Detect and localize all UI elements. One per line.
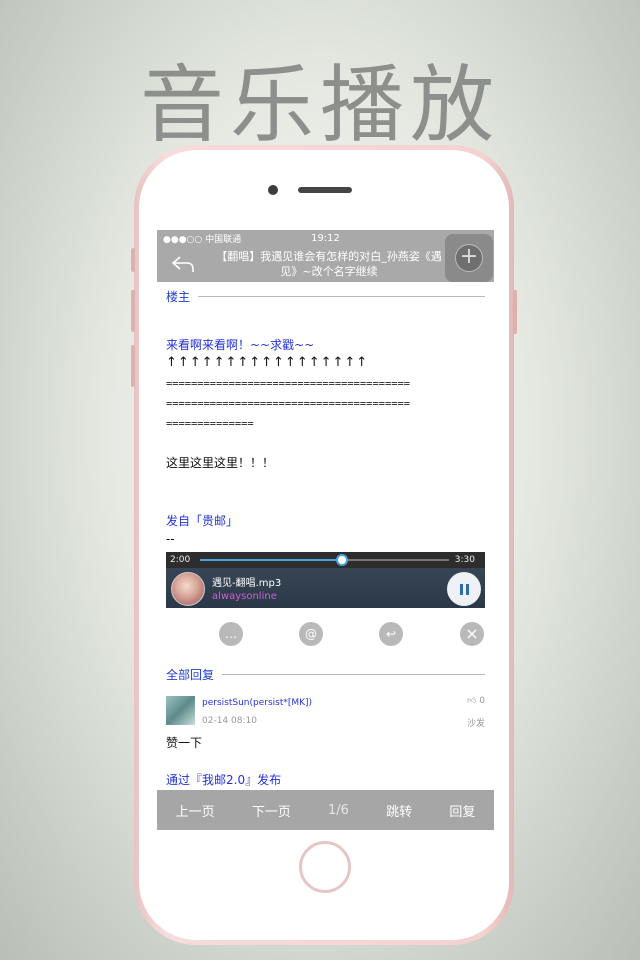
music-player: 2:00 3:30 遇见-翻唱.mp3 alwaysonline [166,552,485,608]
op-label: 楼主 [166,290,191,304]
floating-add-button[interactable]: + [445,234,493,282]
reply-username[interactable]: persistSun(persist*[MK]) [202,698,312,708]
like-button[interactable]: 👍︎ 0 [467,696,485,706]
bottom-toolbar: 上一页 下一页 1/6 跳转 回复 [157,790,494,830]
post-arrows: ↑↑↑↑↑↑↑↑↑↑↑↑↑↑↑↑↑ [166,355,369,370]
comment-icon[interactable]: … [219,622,243,646]
pause-button[interactable] [447,572,481,606]
thread-content: 楼主 来看啊来看啊！~~求戳~~ ↑↑↑↑↑↑↑↑↑↑↑↑↑↑↑↑↑ =====… [157,282,494,790]
avatar[interactable] [166,696,195,725]
seek-fill [200,559,342,561]
artist-name[interactable]: alwaysonline [212,591,277,602]
front-camera [268,185,278,195]
post-equals-1: ======================================= [166,378,410,390]
elapsed-time: 2:00 [170,555,191,565]
reply-text: 赞一下 [166,736,203,750]
post-actions: … @ ↩ × [157,618,494,648]
total-time: 3:30 [454,555,475,565]
song-title: 遇见-翻唱.mp3 [212,578,282,589]
post-line-1: 来看啊来看啊！~~求戳~~ [166,338,315,352]
reply-icon[interactable]: ↩ [379,622,403,646]
reply-via[interactable]: 通过『我邮2.0』发布 [166,771,281,788]
op-section-header: 楼主 [157,288,494,305]
power-button [513,290,517,334]
replies-section-header: 全部回复 [157,666,494,683]
volume-up-button [131,290,135,332]
floor-label: 沙发 [466,719,485,729]
player-progress-bar: 2:00 3:30 [166,552,485,568]
headline: 音乐播放 [139,56,500,154]
next-page-button[interactable]: 下一页 [252,801,291,820]
prev-page-button[interactable]: 上一页 [176,801,215,820]
album-avatar [171,572,205,606]
status-bar: ●●●○○ 中国联通 19:12 [157,230,494,246]
status-time: 19:12 [311,232,340,244]
like-count: 0 [479,696,485,706]
app-screen: ●●●○○ 中国联通 19:12 【翻唱】我遇见谁会有怎样的对白_孙燕姿《遇见》… [157,230,494,830]
close-icon[interactable]: × [460,622,484,646]
plus-icon: + [455,244,483,272]
post-equals-3: ============== [166,418,254,430]
thread-title: 【翻唱】我遇见谁会有怎样的对白_孙燕姿《遇见》~改个名字继续 [216,250,442,278]
mute-switch [131,248,135,272]
seek-track[interactable] [200,554,449,566]
divider [198,296,485,297]
post-source[interactable]: 发自「贵邮」 [166,512,238,529]
post-line-2: 这里这里这里！！！ [166,456,275,470]
divider [222,674,485,675]
jump-button[interactable]: 跳转 [386,801,412,820]
thumbs-up-icon: 👍︎ [466,696,480,706]
volume-down-button [131,345,135,387]
post-equals-2: ======================================= [166,398,410,410]
seek-knob[interactable] [335,554,348,566]
page-indicator: 1/6 [328,802,349,818]
pause-icon [459,583,463,595]
replies-label: 全部回复 [166,668,215,682]
reply-date: 02-14 08:10 [202,716,257,726]
mention-icon[interactable]: @ [299,622,323,646]
back-arrow-icon[interactable] [171,254,195,274]
earpiece-speaker [298,187,352,193]
nav-bar: 【翻唱】我遇见谁会有怎样的对白_孙燕姿《遇见》~改个名字继续 [157,246,494,282]
reply-button[interactable]: 回复 [449,801,475,820]
home-button [299,841,351,893]
post-signature: -- [166,532,175,546]
